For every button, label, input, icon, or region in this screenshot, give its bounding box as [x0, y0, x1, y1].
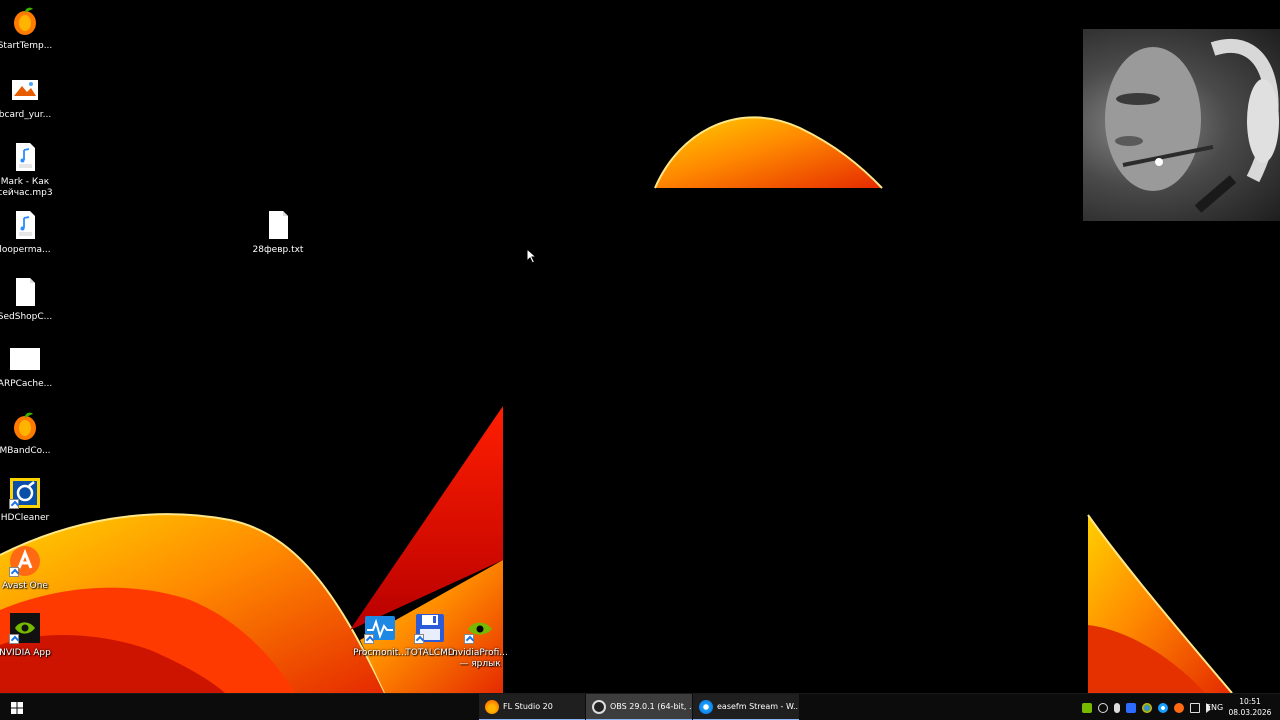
desktop-icon-label: StartTemp... [0, 41, 53, 51]
fl-studio-icon [9, 5, 41, 37]
taskbar-window-label: FL Studio 20 [503, 702, 553, 711]
desktop-icon[interactable]: bcard_yur... [0, 74, 59, 121]
desktop-icon[interactable]: HDCleaner [0, 477, 59, 524]
system-tray [1079, 694, 1219, 720]
desktop-icon-label: bcard_yur... [0, 110, 52, 120]
wav-file-icon [9, 209, 41, 241]
browser-icon [699, 699, 713, 714]
image-file-icon [9, 74, 41, 106]
taskbar-window-button[interactable]: OBS 29.0.1 (64-bit, ... [586, 694, 692, 720]
procmon-icon [364, 612, 396, 644]
desktop[interactable]: StartTemp... bcard_yur... Mark - Как сей… [0, 0, 1280, 693]
desktop-icon-label: Mark - Как сейчас.mp3 [0, 177, 53, 198]
taskbar-window-label: easefm Stream - W... [717, 702, 799, 711]
desktop-icon[interactable]: MBandCo... [0, 410, 59, 457]
clock[interactable]: 10:51 08.03.2026 [1224, 696, 1276, 718]
taskbar-window-button[interactable]: easefm Stream - W... [693, 694, 799, 720]
blank-file-icon [9, 343, 41, 375]
taskbar-window-button[interactable]: FL Studio 20 [479, 694, 585, 720]
hdcleaner-icon [9, 477, 41, 509]
desktop-icon[interactable]: StartTemp... [0, 5, 59, 52]
mp3-file-icon [9, 141, 41, 173]
text-file-icon [9, 276, 41, 308]
desktop-icon[interactable]: nvidiaProfi... — ярлык [446, 612, 514, 670]
shortcut-arrow-icon [364, 634, 374, 644]
desktop-icon-label: 28февр.txt [252, 245, 304, 255]
text-file-icon [262, 209, 294, 241]
desktop-icon[interactable]: Avast One [0, 545, 59, 592]
clock-date: 08.03.2026 [1228, 708, 1272, 717]
shortcut-arrow-icon [9, 499, 19, 509]
avast-icon [9, 545, 41, 577]
fl-studio-icon [485, 699, 499, 714]
language-indicator[interactable]: ENG [1206, 694, 1223, 720]
shortcut-arrow-icon [9, 567, 19, 577]
desktop-icon[interactable]: looperma... [0, 209, 59, 256]
desktop-icon[interactable]: SedShopC... [0, 276, 59, 323]
desktop-icon-label: SedShopC... [0, 312, 53, 322]
desktop-icon[interactable]: ARPCache... [0, 343, 59, 390]
browser-tray-icon[interactable] [1158, 702, 1168, 713]
desktop-icon[interactable]: Mark - Как сейчас.mp3 [0, 141, 59, 199]
desktop-icon[interactable]: NVIDIA App [0, 612, 59, 659]
windows-logo-icon [11, 701, 23, 714]
taskbar-window-label: OBS 29.0.1 (64-bit, ... [610, 702, 692, 711]
desktop-icon-label: HDCleaner [0, 513, 50, 523]
totalcmd-icon [414, 612, 446, 644]
fl-studio-icon [9, 410, 41, 442]
desktop-icon-label: ARPCache... [0, 379, 53, 389]
app-tray-icon[interactable] [1126, 702, 1136, 713]
obs-tray-icon[interactable] [1098, 702, 1108, 713]
desktop-icon-label: Avast One [2, 581, 48, 591]
start-button[interactable] [0, 694, 34, 720]
avast-tray-icon[interactable] [1174, 702, 1184, 713]
clock-time: 10:51 [1239, 697, 1261, 706]
webcam-overlay [1083, 29, 1280, 221]
desktop-icon-label: nvidiaProfi... — ярлык [452, 648, 508, 669]
desktop-icon-label: MBandCo... [0, 446, 51, 456]
obs-icon [592, 699, 606, 714]
desktop-icon-label: looperma... [0, 245, 51, 255]
chrome-tray-icon[interactable] [1142, 702, 1152, 713]
desktop-icon[interactable]: 28февр.txt [244, 209, 312, 256]
taskbar: FL Studio 20 OBS 29.0.1 (64-bit, ... eas… [0, 693, 1280, 720]
nvidia-icon [464, 612, 496, 644]
desktop-icon-label: NVIDIA App [0, 648, 51, 658]
nvidia-tray-icon[interactable] [1082, 702, 1092, 713]
nvidia-icon [9, 612, 41, 644]
shortcut-arrow-icon [464, 634, 474, 644]
webcam-image [1105, 39, 1279, 213]
shortcut-arrow-icon [414, 634, 424, 644]
microphone-icon[interactable] [1114, 702, 1120, 713]
network-icon[interactable] [1190, 702, 1200, 713]
shortcut-arrow-icon [9, 634, 19, 644]
mouse-cursor-icon [526, 248, 538, 264]
